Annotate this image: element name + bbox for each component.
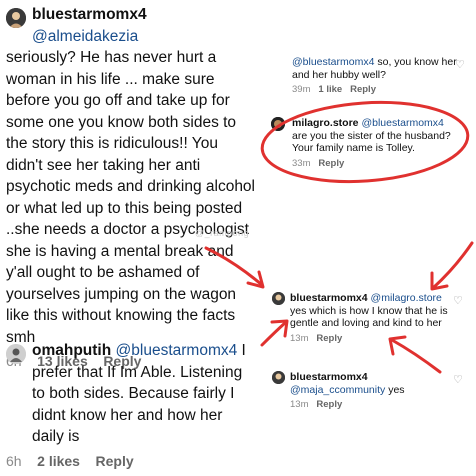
red-circle-annotation	[260, 100, 470, 184]
red-arrow-annotation	[388, 335, 442, 374]
red-arrow-annotation	[204, 246, 265, 289]
annotation-layer	[204, 100, 474, 374]
red-arrow-annotation	[430, 241, 474, 291]
red-arrow-annotation	[260, 319, 289, 347]
